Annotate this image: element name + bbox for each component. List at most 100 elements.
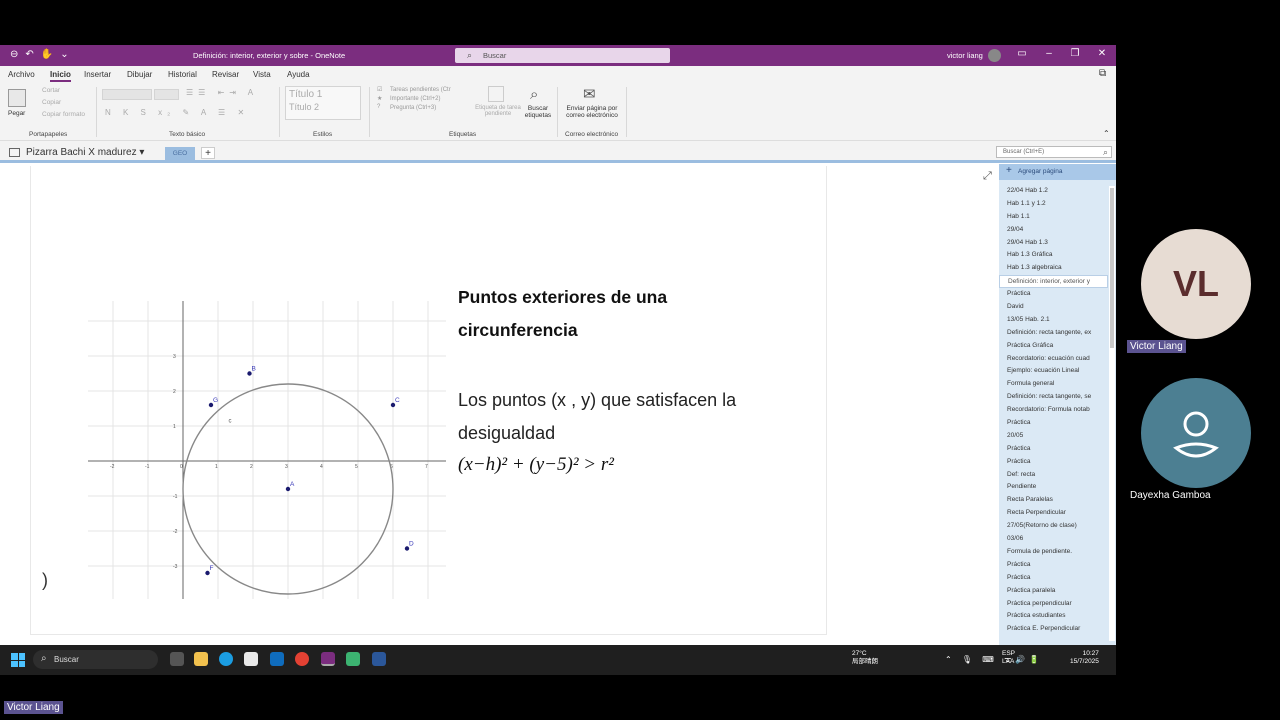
menu-ayuda[interactable]: Ayuda xyxy=(287,70,310,79)
page-list-item[interactable]: Recordatorio: Formula notab xyxy=(999,404,1108,417)
scrollbar-thumb[interactable] xyxy=(1110,188,1114,348)
restore-icon[interactable]: ❐ xyxy=(1065,48,1085,59)
page-list-item[interactable]: Práctica xyxy=(999,417,1108,430)
page-list-item[interactable]: Hab 1.3 algebraica xyxy=(999,262,1108,275)
list-format-icons[interactable]: ☰☰ ⇤⇥ A xyxy=(186,88,258,97)
page-list-item[interactable]: Hab 1.3 Gráfica xyxy=(999,249,1108,262)
edge-icon[interactable] xyxy=(219,652,233,666)
page-list-item[interactable]: Pendiente xyxy=(999,481,1108,494)
font-size-select[interactable] xyxy=(154,89,179,100)
tag-important[interactable]: ★ Importante (Ctrl+2) xyxy=(377,93,469,102)
copy-format-button[interactable]: Copiar formato xyxy=(42,111,85,118)
ribbon-display-icon[interactable]: ▭ xyxy=(1012,48,1032,59)
page-list-item[interactable]: Práctica xyxy=(999,288,1108,301)
styles-gallery[interactable]: Título 1 Título 2 xyxy=(285,86,361,120)
expand-icon[interactable]: ⤢ xyxy=(983,170,992,183)
tag-todo[interactable]: ☑ Tareas pendientes (Ctr xyxy=(377,86,469,93)
participant-tile-victor[interactable]: VL xyxy=(1141,229,1251,339)
page-list-item[interactable]: Práctica estudiantes xyxy=(999,610,1108,623)
file-explorer-icon[interactable] xyxy=(194,652,208,666)
add-section-button[interactable]: + xyxy=(201,147,215,159)
language-indicator[interactable]: ESP LAA xyxy=(1002,650,1015,666)
page-list-item[interactable]: 29/04 xyxy=(999,224,1108,237)
page-list-item[interactable]: 27/05(Retorno de clase) xyxy=(999,520,1108,533)
weather-widget[interactable]: 27°C 局部晴朗 xyxy=(852,650,878,666)
page-list-item[interactable]: Práctica perpendicular xyxy=(999,598,1108,611)
menu-vista[interactable]: Vista xyxy=(253,70,271,79)
add-page-button[interactable]: Agregar página xyxy=(999,164,1116,180)
outlook-icon[interactable] xyxy=(270,652,284,666)
windows-start-icon[interactable] xyxy=(11,653,25,667)
clock[interactable]: 10:27 15/7/2025 xyxy=(1070,650,1099,666)
page-list-item[interactable]: Ejemplo: ecuación Lineal xyxy=(999,365,1108,378)
page-list-item[interactable]: Formula de pendiente. xyxy=(999,546,1108,559)
page-canvas[interactable]: ⤢ Puntos exteriores de una circunferenci… xyxy=(0,166,997,645)
page-search-input[interactable]: Buscar (Ctrl+E) ⌕ xyxy=(996,146,1112,158)
send-email-button[interactable]: Enviar página por correo electrónico xyxy=(562,105,622,119)
style-heading-2[interactable]: Título 2 xyxy=(286,100,360,112)
participant-tile-dayexha[interactable] xyxy=(1141,378,1251,488)
page-list-item[interactable]: 29/04 Hab 1.3 xyxy=(999,237,1108,250)
user-name[interactable]: victor liang xyxy=(947,51,983,60)
page-list-item[interactable]: Definición: interior, exterior y xyxy=(999,275,1108,289)
user-avatar[interactable] xyxy=(988,49,1001,62)
page-list-item[interactable]: Hab 1.1 xyxy=(999,211,1108,224)
touch-mode-icon[interactable]: ✋ xyxy=(41,49,53,60)
word-icon[interactable] xyxy=(372,652,386,666)
taskbar-search[interactable]: ⌕ Buscar xyxy=(33,650,158,669)
tag-question[interactable]: ? Pregunta (Ctrl+3) xyxy=(377,102,469,111)
menu-insertar[interactable]: Insertar xyxy=(84,70,111,79)
find-tags-button[interactable]: Buscar etiquetas xyxy=(521,105,555,119)
page-list-item[interactable]: 22/04 Hab 1.2 xyxy=(999,185,1108,198)
app-icon[interactable] xyxy=(346,652,360,666)
page-list-item[interactable]: Recta Perpendicular xyxy=(999,507,1108,520)
page-list-item[interactable]: Práctica E. Perpendicular xyxy=(999,623,1108,636)
undo-icon[interactable]: ↶ xyxy=(25,49,33,60)
title-search-box[interactable]: ⌕ Buscar xyxy=(455,48,670,63)
chrome-icon[interactable] xyxy=(295,652,309,666)
page-list-item[interactable]: Definición: recta tangente, se xyxy=(999,391,1108,404)
page-list-item[interactable]: Práctica paralela xyxy=(999,585,1108,598)
system-tray-icons[interactable]: ⌃ 🎙 ⌨ ᯤ🔊🔋 xyxy=(945,654,1043,665)
share-icon[interactable]: ⧉ xyxy=(1099,68,1106,79)
menu-historial[interactable]: Historial xyxy=(168,70,197,79)
task-view-icon[interactable] xyxy=(170,652,184,666)
page-list-item[interactable]: Práctica Gráfica xyxy=(999,340,1108,353)
store-icon[interactable] xyxy=(244,652,258,666)
paste-icon[interactable] xyxy=(8,89,26,107)
menu-dibujar[interactable]: Dibujar xyxy=(127,70,152,79)
page-list-item[interactable]: Práctica xyxy=(999,559,1108,572)
close-icon[interactable]: ✕ xyxy=(1092,48,1112,59)
font-family-select[interactable] xyxy=(102,89,152,100)
notebook-name[interactable]: Pizarra Bachi X madurez ▾ xyxy=(26,147,144,158)
page-list-item[interactable]: Recordatorio: ecuación cuad xyxy=(999,353,1108,366)
minimize-icon[interactable]: – xyxy=(1039,48,1059,59)
page-list-item[interactable]: Definición: recta tangente, ex xyxy=(999,327,1108,340)
page-list-item[interactable]: Def: recta xyxy=(999,469,1108,482)
tags-gallery[interactable]: ☑ Tareas pendientes (Ctr ★ Importante (Ctr… xyxy=(377,86,469,120)
cut-button[interactable]: Cortar xyxy=(42,87,60,94)
page-list-item[interactable]: David xyxy=(999,301,1108,314)
menu-archivo[interactable]: Archivo xyxy=(8,70,35,79)
page-list-item[interactable]: Práctica xyxy=(999,572,1108,585)
page-list-item[interactable]: Práctica xyxy=(999,456,1108,469)
page-list-item[interactable]: Formula general xyxy=(999,378,1108,391)
onenote-icon[interactable] xyxy=(321,652,335,666)
back-icon[interactable]: ⊖ xyxy=(10,49,18,60)
menu-revisar[interactable]: Revisar xyxy=(212,70,239,79)
page-list-item[interactable]: Hab 1.1 y 1.2 xyxy=(999,198,1108,211)
page-list-item[interactable]: Práctica xyxy=(999,443,1108,456)
page-list-item[interactable]: 03/06 xyxy=(999,533,1108,546)
collapse-ribbon-icon[interactable]: ⌃ xyxy=(1103,129,1110,138)
customize-icon[interactable]: ⌄ xyxy=(60,49,68,60)
page-list-item[interactable]: 13/05 Hab. 2.1 xyxy=(999,314,1108,327)
page-list-item[interactable]: Recta Paralelas xyxy=(999,494,1108,507)
section-tab-geo[interactable]: GEO xyxy=(165,147,195,160)
text-style-icons[interactable]: N K S x₂ ✎ A ☰ ✕ xyxy=(105,108,249,117)
page-list-item[interactable]: 20/05 xyxy=(999,430,1108,443)
menu-inicio[interactable]: Inicio xyxy=(50,70,71,82)
task-tag-button[interactable]: Etiqueta de tarea pendiente xyxy=(473,105,523,117)
copy-button[interactable]: Copiar xyxy=(42,99,61,106)
style-heading-1[interactable]: Título 1 xyxy=(286,87,360,100)
paste-button[interactable]: Pegar xyxy=(8,110,25,117)
